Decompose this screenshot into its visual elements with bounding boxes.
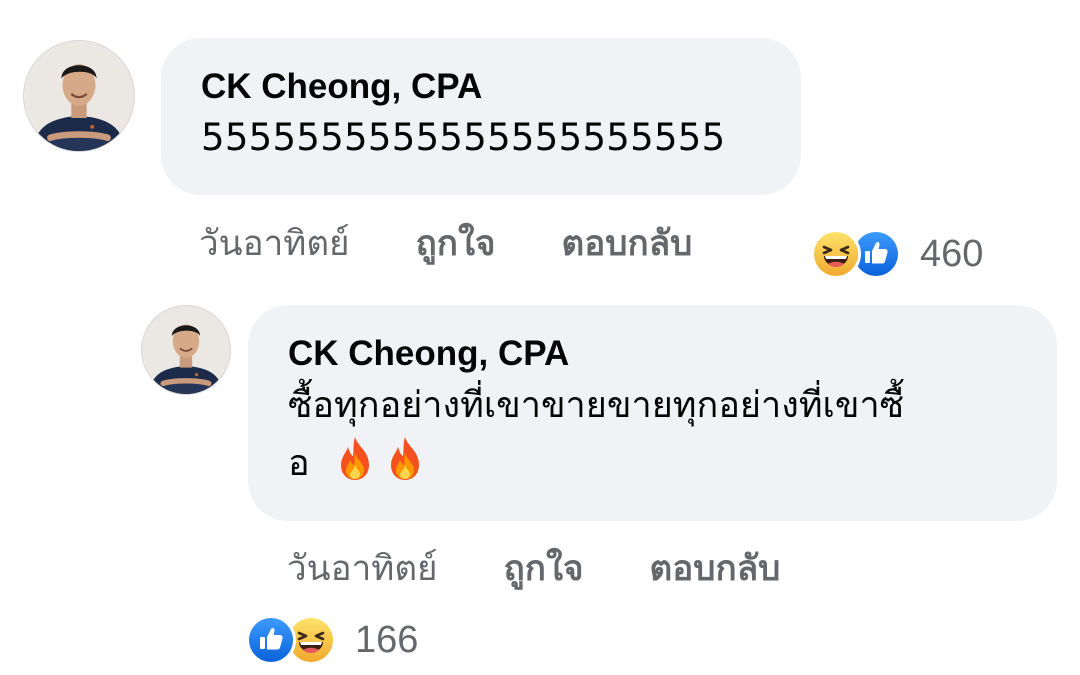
- comment-text-line: อ: [288, 435, 1027, 493]
- reaction-summary[interactable]: 460: [814, 229, 983, 279]
- comment-actions: วันอาทิตย์ ถูกใจ ตอบกลับ: [199, 218, 692, 268]
- comment-thread: CK Cheong, CPA 5555555555555555555555 วั…: [0, 0, 1080, 675]
- comment-bubble: CK Cheong, CPA ซื้อทุกอย่างที่เขาขายขายท…: [248, 305, 1057, 521]
- like-button[interactable]: ถูกใจ: [416, 216, 496, 271]
- commenter-avatar[interactable]: [24, 41, 134, 151]
- fire-emoji: [335, 435, 375, 481]
- comment-timestamp[interactable]: วันอาทิตย์: [287, 541, 438, 596]
- comment-text: 5555555555555555555555: [201, 116, 726, 159]
- reaction-count[interactable]: 460: [920, 233, 983, 276]
- reply-button[interactable]: ตอบกลับ: [650, 541, 781, 596]
- fire-emoji: [385, 435, 425, 481]
- commenter-avatar[interactable]: [142, 306, 230, 394]
- comment-text-line: ซื้อทุกอย่างที่เขาขายขายทุกอย่างที่เขาซื…: [288, 385, 905, 426]
- comment-text: ซื้อทุกอย่างที่เขาขายขายทุกอย่างที่เขาซื…: [288, 377, 1027, 493]
- reply-button[interactable]: ตอบกลับ: [562, 216, 693, 271]
- comment-bubble: CK Cheong, CPA 5555555555555555555555: [161, 38, 801, 195]
- reaction-summary[interactable]: 166: [249, 615, 418, 665]
- haha-icon: [289, 618, 333, 662]
- reaction-count[interactable]: 166: [355, 619, 418, 662]
- comment-timestamp[interactable]: วันอาทิตย์: [199, 216, 350, 271]
- comment-author[interactable]: CK Cheong, CPA: [288, 334, 1027, 374]
- comment-author[interactable]: CK Cheong, CPA: [201, 67, 763, 107]
- comment-text-continuation: อ: [288, 443, 310, 484]
- like-icon: [854, 232, 898, 276]
- comment-actions: วันอาทิตย์ ถูกใจ ตอบกลับ: [287, 543, 780, 593]
- like-button[interactable]: ถูกใจ: [504, 541, 584, 596]
- like-icon: [249, 618, 293, 662]
- haha-icon: [814, 232, 858, 276]
